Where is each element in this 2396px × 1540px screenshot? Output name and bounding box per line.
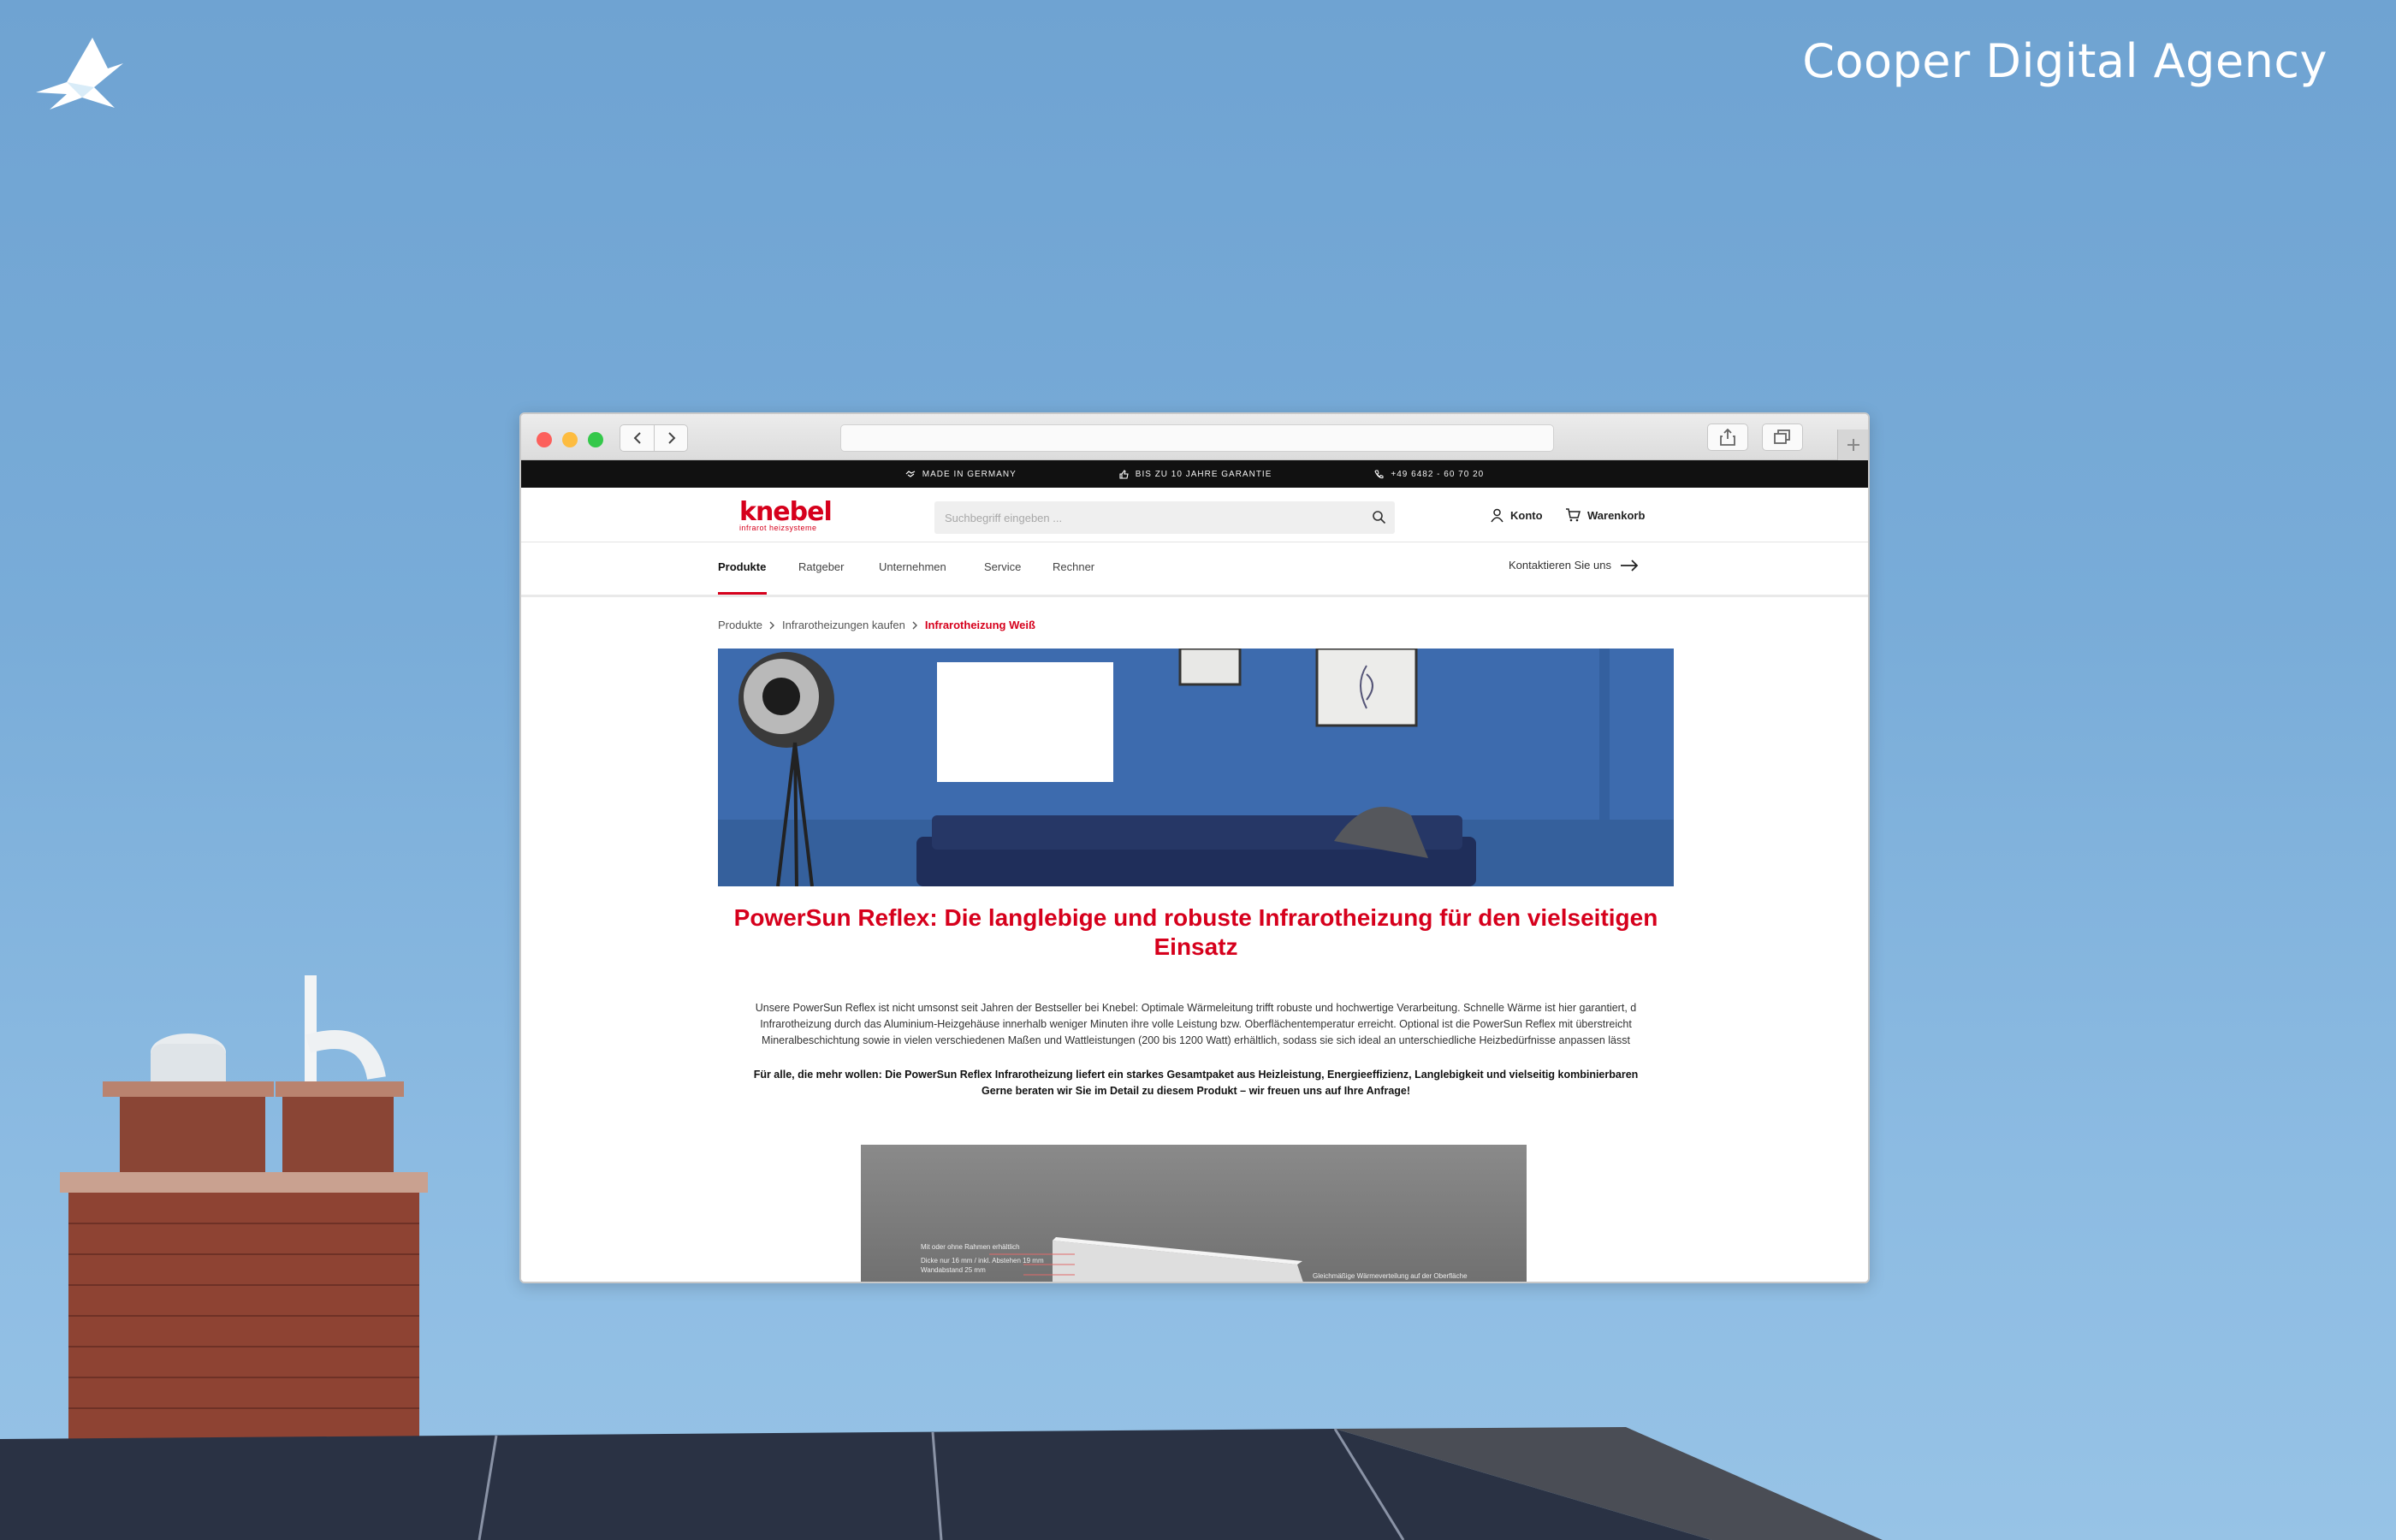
breadcrumb-item[interactable]: Infrarotheizungen kaufen: [782, 619, 905, 631]
nav-item-unternehmen[interactable]: Unternehmen: [879, 560, 946, 573]
solar-roof-image: [0, 1427, 1883, 1540]
product-highlight: Für alle, die mehr wollen: Die PowerSun …: [718, 1067, 1674, 1099]
active-nav-indicator: [718, 592, 767, 595]
arrow-right-icon: [1620, 559, 1639, 572]
nav-item-ratgeber[interactable]: Ratgeber: [798, 560, 844, 573]
contact-link[interactable]: Kontaktieren Sie uns: [1509, 559, 1639, 572]
show-tabs-button[interactable]: [1762, 424, 1803, 451]
cart-icon: [1566, 508, 1581, 522]
annotation-wall-distance: Wandabstand 25 mm: [921, 1266, 986, 1274]
description-line: Mineralbeschichtung sowie in vielen vers…: [762, 1034, 1630, 1046]
address-bar[interactable]: [840, 424, 1554, 452]
new-tab-button[interactable]: [1837, 429, 1868, 460]
annotation-thickness: Dicke nur 16 mm / inkl. Abstehen 19 mm: [921, 1257, 1044, 1265]
product-detail-image: Mit oder ohne Rahmen erhältlich Dicke nu…: [861, 1145, 1527, 1282]
description-line: Unsere PowerSun Reflex ist nicht umsonst…: [755, 1002, 1637, 1014]
breadcrumb-item[interactable]: Produkte: [718, 619, 762, 631]
chevron-right-icon: [668, 432, 676, 444]
zoom-window-button[interactable]: [588, 432, 603, 447]
breadcrumb: Produkte Infrarotheizungen kaufen Infrar…: [718, 619, 1035, 631]
nav-item-service[interactable]: Service: [984, 560, 1021, 573]
browser-window: MADE IN GERMANY BIS ZU 10 JAHRE GARANTIE…: [519, 412, 1870, 1283]
product-description: Unsere PowerSun Reflex ist nicht umsonst…: [718, 1000, 1674, 1049]
minimize-window-button[interactable]: [562, 432, 578, 447]
close-window-button[interactable]: [537, 432, 552, 447]
phone-icon: [1374, 470, 1384, 478]
plus-icon: [1847, 439, 1859, 451]
description-line: Infrarotheizung durch das Aluminium-Heiz…: [760, 1018, 1632, 1030]
account-label: Konto: [1510, 509, 1543, 522]
chevron-right-icon: [912, 621, 917, 629]
usp-item: BIS ZU 10 JAHRE GARANTIE: [1119, 470, 1272, 479]
chevron-right-icon: [769, 621, 775, 629]
annotation-heat-distribution: Gleichmäßige Wärmeverteilung auf der Obe…: [1313, 1272, 1468, 1280]
nav-item-produkte[interactable]: Produkte: [718, 560, 766, 573]
back-button[interactable]: [620, 425, 655, 451]
webpage: MADE IN GERMANY BIS ZU 10 JAHRE GARANTIE…: [521, 460, 1868, 1282]
chimney-image: [60, 975, 428, 1454]
cart-link[interactable]: Warenkorb: [1565, 508, 1645, 522]
handshake-icon: [905, 471, 916, 477]
agency-logo-icon: [36, 38, 123, 110]
browser-toolbar: [521, 414, 1868, 460]
annotation-frame: Mit oder ohne Rahmen erhältlich: [921, 1243, 1020, 1251]
main-navigation: Produkte Ratgeber Unternehmen Service Re…: [521, 542, 1868, 597]
usp-item: MADE IN GERMANY: [905, 470, 1017, 479]
history-buttons: [620, 424, 688, 452]
nav-item-rechner[interactable]: Rechner: [1053, 560, 1094, 573]
tabs-icon: [1774, 429, 1790, 444]
product-title: PowerSun Reflex: Die langlebige und robu…: [733, 904, 1658, 960]
forward-button[interactable]: [655, 425, 689, 451]
logo-wordmark: knebel: [739, 497, 833, 527]
search-box: [934, 501, 1395, 534]
highlight-line: Für alle, die mehr wollen: Die PowerSun …: [753, 1069, 1639, 1081]
account-link[interactable]: Konto: [1491, 508, 1543, 523]
chevron-left-icon: [633, 432, 641, 444]
search-icon[interactable]: [1372, 510, 1386, 524]
knebel-logo[interactable]: knebel infrarot heizsysteme: [739, 497, 833, 533]
site-header: knebel infrarot heizsysteme Konto Warenk…: [521, 488, 1868, 542]
agency-name: Cooper Digital Agency: [1802, 34, 2328, 88]
highlight-line: Gerne beraten wir Sie im Detail zu diese…: [981, 1085, 1411, 1097]
usp-made-in-germany: MADE IN GERMANY: [922, 469, 1017, 479]
contact-label: Kontaktieren Sie uns: [1509, 559, 1611, 572]
cart-label: Warenkorb: [1587, 508, 1646, 522]
usp-item: +49 6482 - 60 70 20: [1374, 470, 1484, 479]
thumbs-up-icon: [1119, 469, 1129, 479]
breadcrumb-current: Infrarotheizung Weiß: [924, 619, 1035, 631]
usp-phone[interactable]: +49 6482 - 60 70 20: [1391, 470, 1484, 479]
share-icon: [1720, 429, 1735, 446]
share-button[interactable]: [1707, 424, 1748, 451]
user-icon: [1491, 508, 1503, 523]
usp-warranty: BIS ZU 10 JAHRE GARANTIE: [1135, 469, 1272, 479]
search-input[interactable]: [934, 501, 1345, 534]
hero-image: [718, 649, 1674, 886]
usp-bar: MADE IN GERMANY BIS ZU 10 JAHRE GARANTIE…: [521, 460, 1868, 488]
